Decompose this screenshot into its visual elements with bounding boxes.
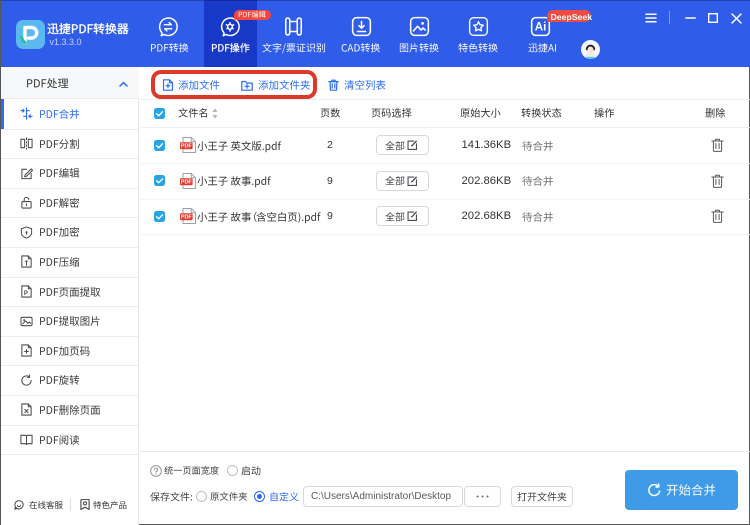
svg-text:PDF: PDF	[181, 179, 192, 185]
svg-text:PDF: PDF	[181, 144, 192, 150]
svg-text:Ai: Ai	[534, 20, 546, 33]
svg-text:P: P	[24, 291, 28, 297]
svg-text:PDF: PDF	[181, 215, 192, 221]
